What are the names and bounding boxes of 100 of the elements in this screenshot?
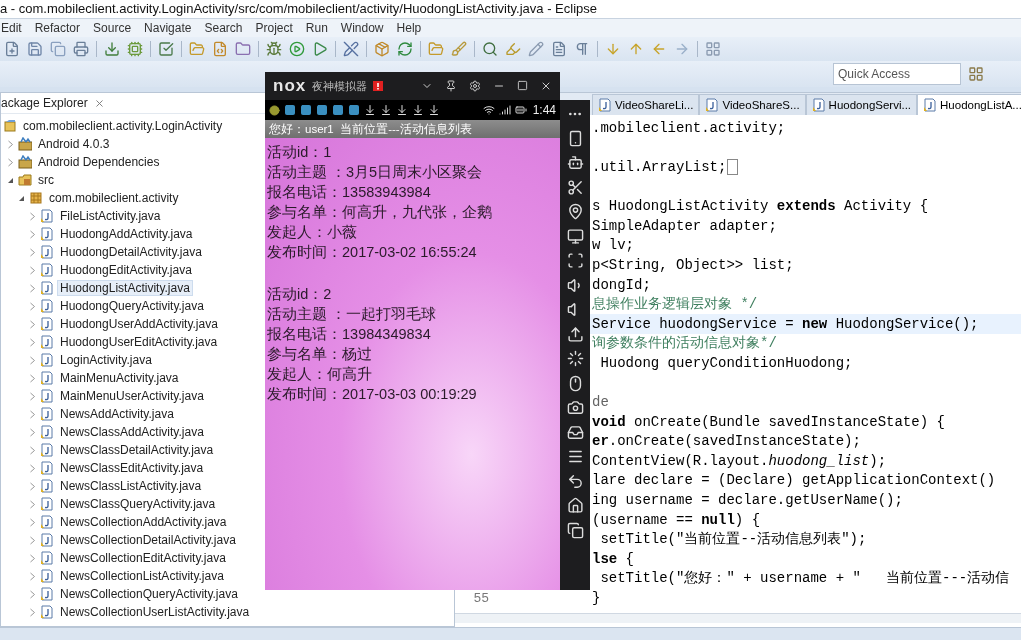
menu-item[interactable]: Window bbox=[340, 21, 384, 35]
tree-item[interactable]: HuodongEditActivity.java bbox=[57, 262, 195, 278]
menu-item[interactable]: Project bbox=[255, 21, 293, 35]
print-icon[interactable] bbox=[73, 41, 89, 57]
tree-item[interactable]: NewsCollectionAddActivity.java bbox=[57, 514, 230, 530]
menu-item[interactable]: Edit bbox=[1, 21, 22, 35]
menu-item[interactable]: Source bbox=[93, 21, 132, 35]
tree-item[interactable]: LoginActivity.java bbox=[57, 352, 155, 368]
tree-item[interactable]: Android 4.0.3 bbox=[35, 136, 113, 152]
refresh-icon[interactable] bbox=[397, 41, 413, 57]
tree-item[interactable]: NewsClassDetailActivity.java bbox=[57, 442, 217, 458]
box-icon[interactable] bbox=[374, 41, 390, 57]
editor-tab[interactable]: HuodongServi... bbox=[805, 94, 918, 115]
pin-editor-icon[interactable] bbox=[705, 41, 721, 57]
open-folder-icon[interactable] bbox=[428, 41, 444, 57]
recent-apps-icon[interactable] bbox=[566, 521, 584, 539]
tree-item[interactable]: HuodongQueryActivity.java bbox=[57, 298, 207, 314]
java-file-icon bbox=[40, 533, 54, 547]
tree-item[interactable]: NewsClassListActivity.java bbox=[57, 478, 205, 494]
tree-item[interactable]: NewsCollectionDetailActivity.java bbox=[57, 532, 239, 548]
record-text: 活动主题 ：一起打羽毛球 bbox=[267, 305, 438, 324]
run-config-icon[interactable] bbox=[312, 41, 328, 57]
checkbox-icon[interactable] bbox=[158, 41, 174, 57]
menu-item[interactable]: Run bbox=[305, 21, 328, 35]
camera-icon[interactable] bbox=[566, 399, 584, 416]
perspective-icon[interactable] bbox=[968, 66, 984, 82]
loading-icon[interactable] bbox=[566, 350, 584, 367]
chip-icon[interactable] bbox=[127, 41, 143, 57]
tree-item[interactable]: com.mobileclient.activity.LoginActivity bbox=[20, 118, 226, 134]
tree-item[interactable]: com.mobileclient.activity bbox=[46, 190, 182, 206]
home-icon[interactable] bbox=[566, 497, 584, 514]
tree-item[interactable]: NewsClassQueryActivity.java bbox=[57, 496, 219, 512]
location-icon[interactable] bbox=[566, 203, 584, 220]
monitor-icon[interactable] bbox=[566, 227, 584, 245]
tree-item[interactable]: NewsCollectionEditActivity.java bbox=[57, 550, 229, 566]
editor-tab[interactable]: HuodongListA... bbox=[917, 94, 1021, 115]
close-icon[interactable] bbox=[540, 80, 552, 92]
menu-item[interactable]: Search bbox=[204, 21, 243, 35]
pin-icon[interactable] bbox=[445, 80, 457, 92]
quick-access-field[interactable]: Quick Access bbox=[833, 63, 961, 85]
new-file-icon[interactable] bbox=[4, 41, 20, 57]
tray-icon[interactable] bbox=[566, 423, 584, 441]
brush-icon[interactable] bbox=[451, 41, 467, 57]
tree-item[interactable]: NewsCollectionUserListActivity.java bbox=[57, 604, 253, 620]
tree-item[interactable]: HuodongAddActivity.java bbox=[57, 226, 196, 242]
editor-tab[interactable]: VideoShareLi... bbox=[592, 94, 700, 115]
tree-item[interactable]: NewsAddActivity.java bbox=[57, 406, 177, 422]
search-icon[interactable] bbox=[482, 41, 498, 57]
code-line: Huodong queryConditionHuodong; bbox=[599, 354, 853, 371]
paragraph-icon[interactable] bbox=[574, 41, 590, 57]
tree-item[interactable]: HuodongListActivity.java bbox=[57, 280, 193, 296]
code-line: lare declare = (Declare) getApplicationContext() bbox=[592, 472, 996, 489]
settings-icon[interactable] bbox=[469, 80, 481, 92]
tree-item[interactable]: HuodongUserEditActivity.java bbox=[57, 334, 221, 350]
folded-code-marker[interactable] bbox=[727, 159, 739, 175]
download-icon[interactable] bbox=[104, 41, 120, 57]
run-icon[interactable] bbox=[289, 41, 305, 57]
document-icon[interactable] bbox=[551, 41, 567, 57]
tree-item[interactable]: MainMenuActivity.java bbox=[57, 370, 182, 386]
tree-item[interactable]: NewsCollectionListActivity.java bbox=[57, 568, 227, 584]
save-icon[interactable] bbox=[27, 41, 43, 57]
menu-item[interactable]: Help bbox=[396, 21, 422, 35]
record-text: 活动主题 ：3月5日周末小区聚会 bbox=[267, 163, 484, 182]
tree-item[interactable]: NewsCollectionQueryActivity.java bbox=[57, 586, 241, 602]
tree-item[interactable]: src bbox=[35, 172, 57, 188]
folder-icon[interactable] bbox=[189, 41, 205, 57]
tree-item[interactable]: MainMenuUserActivity.java bbox=[57, 388, 207, 404]
java-file-icon bbox=[40, 497, 54, 511]
menu-item[interactable]: Navigate bbox=[144, 21, 192, 35]
upload-icon[interactable] bbox=[566, 325, 584, 343]
save-all-icon[interactable] bbox=[50, 41, 66, 57]
tree-item[interactable]: FileListActivity.java bbox=[57, 208, 164, 224]
scissors-icon[interactable] bbox=[566, 178, 584, 196]
maximize-icon[interactable] bbox=[517, 80, 528, 91]
highlighter-icon[interactable] bbox=[505, 41, 521, 57]
fullscreen-icon[interactable] bbox=[566, 252, 584, 269]
pen-icon[interactable] bbox=[343, 41, 359, 57]
forward-icon[interactable] bbox=[674, 41, 690, 57]
tree-item[interactable]: Android Dependencies bbox=[35, 154, 163, 170]
record-text: 参与名单：杨过 bbox=[267, 345, 373, 364]
tree-item[interactable]: NewsClassAddActivity.java bbox=[57, 424, 207, 440]
edit-icon[interactable] bbox=[528, 41, 544, 57]
menu-item[interactable]: Refactor bbox=[34, 21, 81, 35]
previous-annotation-icon[interactable] bbox=[628, 41, 644, 57]
menu-icon[interactable] bbox=[566, 448, 584, 465]
java-file-icon bbox=[40, 335, 54, 349]
robot-icon[interactable] bbox=[566, 154, 584, 171]
next-annotation-icon[interactable] bbox=[605, 41, 621, 57]
tree-item[interactable]: HuodongDetailActivity.java bbox=[57, 244, 205, 260]
package-icon[interactable] bbox=[235, 41, 251, 57]
tree-item[interactable]: HuodongUserAddActivity.java bbox=[57, 316, 221, 332]
horizontal-scrollbar[interactable] bbox=[455, 613, 1021, 623]
back-icon[interactable] bbox=[566, 472, 584, 490]
tree-item[interactable]: NewsClassEditActivity.java bbox=[57, 460, 207, 476]
code-line: .util.ArrayList; bbox=[592, 159, 727, 175]
panel-title[interactable]: ackage Explorer bbox=[1, 96, 88, 110]
bug-icon[interactable] bbox=[266, 41, 282, 57]
java-file-icon bbox=[40, 299, 54, 313]
editor-tab[interactable]: VideoShareS... bbox=[699, 94, 806, 115]
java-file-icon[interactable] bbox=[212, 41, 228, 57]
